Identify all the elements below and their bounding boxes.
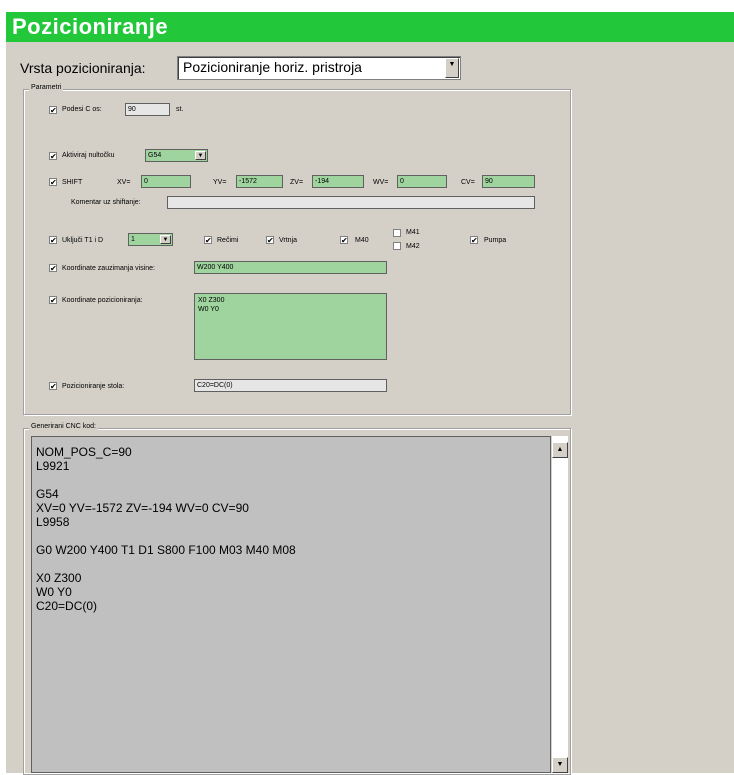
- podesi-c-checkbox[interactable]: ✔: [49, 106, 57, 115]
- ukljuci-select[interactable]: 1 ▼: [128, 233, 173, 246]
- cnc-line: W0 Y0: [36, 585, 72, 599]
- xv-input[interactable]: 0: [141, 175, 191, 188]
- shift-label: SHIFT: [62, 179, 83, 186]
- koord-pozicioniranja-checkbox[interactable]: ✔: [49, 296, 57, 305]
- yv-input[interactable]: -1572: [236, 175, 283, 188]
- koord-line: X0 Z300: [198, 297, 225, 304]
- vrsta-select[interactable]: Pozicioniranje horiz. pristroja ▼: [177, 56, 461, 80]
- cnc-line: [36, 473, 296, 487]
- title-bar: Pozicioniranje: [6, 12, 734, 42]
- koord-zauzimanja-label: Koordinate zauzimanja visine:: [62, 265, 155, 272]
- cnc-line: NOM_POS_C=90: [36, 445, 132, 459]
- ukljuci-checkbox[interactable]: ✔: [49, 236, 57, 245]
- window-title: Pozicioniranje: [12, 14, 169, 39]
- scroll-down-icon[interactable]: ▼: [552, 757, 568, 773]
- poz-stola-label: Pozicioniranje stola:: [62, 383, 125, 390]
- ukljuci-select-value: 1: [131, 236, 135, 243]
- recni-label: Rečimi: [217, 237, 239, 244]
- params-group-title: Parametri: [29, 84, 64, 91]
- podesi-c-unit: st.: [176, 106, 184, 113]
- aktiviraj-label: Aktiviraj nultočku: [62, 152, 115, 159]
- vrsta-select-value: Pozicioniranje horiz. pristroja: [183, 59, 362, 75]
- cnc-line: X0 Z300: [36, 571, 82, 585]
- wv-label: WV=: [373, 179, 389, 186]
- zv-label: ZV=: [290, 179, 304, 186]
- yv-label: YV=: [213, 179, 227, 186]
- zv-input[interactable]: -194: [312, 175, 364, 188]
- vrtnja-label: Vrtnja: [279, 237, 298, 244]
- aktiviraj-select[interactable]: G54 ▼: [145, 149, 208, 162]
- xv-label: XV=: [117, 179, 131, 186]
- aktiviraj-select-value: G54: [148, 152, 162, 159]
- cnc-line: [36, 557, 296, 571]
- komentar-label: Komentar uz shiftanje:: [71, 199, 141, 206]
- pumpa-label: Pumpa: [484, 237, 507, 244]
- aktiviraj-checkbox[interactable]: ✔: [49, 152, 57, 161]
- koord-pozicioniranja-textarea[interactable]: X0 Z300 W0 Y0: [194, 293, 387, 360]
- cnc-code-textarea[interactable]: NOM_POS_C=90 L9921 G54 XV=0 YV=-1572 ZV=…: [31, 436, 551, 773]
- koord-zauzimanja-checkbox[interactable]: ✔: [49, 264, 57, 273]
- m40-label: M40: [355, 237, 369, 244]
- poz-stola-checkbox[interactable]: ✔: [49, 382, 57, 391]
- shift-checkbox[interactable]: ✔: [49, 178, 57, 187]
- cnc-line: L9921: [36, 459, 70, 473]
- vrsta-label: Vrsta pozicioniranja:: [20, 60, 146, 76]
- m41-checkbox[interactable]: [393, 229, 401, 237]
- poz-stola-input[interactable]: C20=DC(0): [194, 379, 387, 392]
- cnc-group-title: Generirani CNC kod:: [29, 423, 98, 430]
- m41-label: M41: [406, 229, 420, 236]
- ukljuci-label: Uključi T1 i D: [62, 237, 104, 244]
- params-group: [23, 89, 571, 415]
- cnc-code-lines: NOM_POS_C=90 L9921 G54 XV=0 YV=-1572 ZV=…: [36, 445, 296, 613]
- cv-input[interactable]: 90: [482, 175, 535, 188]
- koord-zauzimanja-input[interactable]: W200 Y400: [194, 261, 387, 274]
- cnc-scrollbar[interactable]: ▲ ▼: [551, 436, 568, 773]
- cv-label: CV=: [461, 179, 475, 186]
- recni-checkbox[interactable]: ✔: [204, 236, 212, 245]
- wv-input[interactable]: 0: [397, 175, 447, 188]
- komentar-input[interactable]: [167, 196, 535, 209]
- vrtnja-checkbox[interactable]: ✔: [266, 236, 274, 245]
- koord-pozicioniranja-label: Koordinate pozicioniranja:: [62, 297, 143, 304]
- scroll-up-icon[interactable]: ▲: [552, 442, 568, 458]
- cnc-line: G54: [36, 487, 59, 501]
- m40-checkbox[interactable]: ✔: [340, 236, 348, 245]
- podesi-c-label: Podesi C os:: [62, 106, 102, 113]
- chevron-down-icon[interactable]: ▼: [195, 151, 206, 160]
- podesi-c-input[interactable]: 90: [125, 103, 170, 116]
- koord-line: W0 Y0: [198, 306, 219, 313]
- m42-checkbox[interactable]: [393, 242, 401, 250]
- m42-label: M42: [406, 243, 420, 250]
- pumpa-checkbox[interactable]: ✔: [470, 236, 478, 245]
- cnc-line: [36, 529, 296, 543]
- cnc-line: G0 W200 Y400 T1 D1 S800 F100 M03 M40 M08: [36, 543, 296, 557]
- cnc-line: L9958: [36, 515, 70, 529]
- chevron-down-icon[interactable]: ▼: [160, 235, 171, 244]
- chevron-down-icon[interactable]: ▼: [445, 58, 459, 78]
- cnc-line: XV=0 YV=-1572 ZV=-194 WV=0 CV=90: [36, 501, 249, 515]
- cnc-line: C20=DC(0): [36, 599, 98, 613]
